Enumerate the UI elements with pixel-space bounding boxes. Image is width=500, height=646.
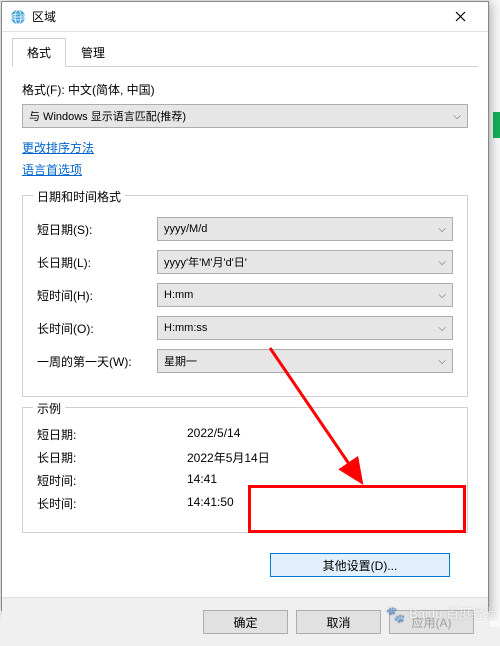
value-short-time: H:mm xyxy=(164,289,193,301)
tab-admin[interactable]: 管理 xyxy=(66,38,120,67)
row-long-time: 长时间(O): H:mm:ss ⌵ xyxy=(37,316,453,340)
links-area: 更改排序方法 语言首选项 xyxy=(22,138,468,181)
value-first-day: 星期一 xyxy=(164,353,197,369)
row-long-date: 长日期(L): yyyy'年'M'月'd'日' ⌵ xyxy=(37,250,453,274)
language-pref-link[interactable]: 语言首选项 xyxy=(22,160,82,182)
label-short-time: 短时间(H): xyxy=(37,287,157,304)
value-long-date: yyyy'年'M'月'd'日' xyxy=(164,254,247,270)
ok-button[interactable]: 确定 xyxy=(203,610,288,634)
tab-format-label: 格式 xyxy=(27,46,51,60)
other-settings-row: 其他设置(D)... xyxy=(22,543,468,587)
example-value-long-date: 2022年5月14日 xyxy=(187,449,270,466)
chevron-down-icon: ⌵ xyxy=(453,111,461,122)
select-short-date[interactable]: yyyy/M/d ⌵ xyxy=(157,217,453,241)
background-strip xyxy=(490,0,500,627)
other-settings-label: 其他设置(D)... xyxy=(323,557,398,574)
example-long-date: 长日期: 2022年5月14日 xyxy=(37,449,453,466)
example-short-time: 短时间: 14:41 xyxy=(37,472,453,489)
dialog-buttons: 确定 取消 应用(A) xyxy=(2,597,488,646)
format-select[interactable]: 与 Windows 显示语言匹配(推荐) ⌵ xyxy=(22,104,468,128)
select-short-time[interactable]: H:mm ⌵ xyxy=(157,283,453,307)
apply-button[interactable]: 应用(A) xyxy=(389,610,474,634)
value-long-time: H:mm:ss xyxy=(164,322,207,334)
example-label-long-date: 长日期: xyxy=(37,449,187,466)
example-short-date: 短日期: 2022/5/14 xyxy=(37,426,453,443)
chevron-down-icon: ⌵ xyxy=(438,290,446,301)
apply-label: 应用(A) xyxy=(412,614,452,631)
select-long-time[interactable]: H:mm:ss ⌵ xyxy=(157,316,453,340)
change-sort-link[interactable]: 更改排序方法 xyxy=(22,138,94,160)
tab-admin-label: 管理 xyxy=(81,46,105,60)
row-first-day: 一周的第一天(W): 星期一 ⌵ xyxy=(37,349,453,373)
cancel-button[interactable]: 取消 xyxy=(296,610,381,634)
datetime-format-legend: 日期和时间格式 xyxy=(33,188,125,205)
label-first-day: 一周的第一天(W): xyxy=(37,353,157,370)
label-short-date: 短日期(S): xyxy=(37,221,157,238)
row-short-time: 短时间(H): H:mm ⌵ xyxy=(37,283,453,307)
example-label-long-time: 长时间: xyxy=(37,495,187,512)
select-first-day[interactable]: 星期一 ⌵ xyxy=(157,349,453,373)
select-long-date[interactable]: yyyy'年'M'月'd'日' ⌵ xyxy=(157,250,453,274)
chevron-down-icon: ⌵ xyxy=(438,257,446,268)
example-long-time: 长时间: 14:41:50 xyxy=(37,495,453,512)
chevron-down-icon: ⌵ xyxy=(438,224,446,235)
format-select-value: 与 Windows 显示语言匹配(推荐) xyxy=(29,108,186,124)
format-label: 格式(F): 中文(简体, 中国) xyxy=(22,81,468,98)
tab-format[interactable]: 格式 xyxy=(12,38,66,67)
globe-icon xyxy=(10,9,26,25)
example-label-short-date: 短日期: xyxy=(37,426,187,443)
ok-label: 确定 xyxy=(233,614,257,631)
cancel-label: 取消 xyxy=(326,614,350,631)
other-settings-button[interactable]: 其他设置(D)... xyxy=(270,553,450,577)
datetime-format-group: 日期和时间格式 短日期(S): yyyy/M/d ⌵ 长日期(L): yyyy'… xyxy=(22,195,468,397)
window-title: 区域 xyxy=(32,8,440,25)
example-value-long-time: 14:41:50 xyxy=(187,495,234,512)
example-value-short-time: 14:41 xyxy=(187,472,217,489)
row-short-date: 短日期(S): yyyy/M/d ⌵ xyxy=(37,217,453,241)
label-long-time: 长时间(O): xyxy=(37,320,157,337)
label-long-date: 长日期(L): xyxy=(37,254,157,271)
tab-content: 格式(F): 中文(简体, 中国) 与 Windows 显示语言匹配(推荐) ⌵… xyxy=(2,67,488,597)
examples-legend: 示例 xyxy=(33,400,65,417)
region-dialog: 区域 格式 管理 格式(F): 中文(简体, 中国) 与 Windows 显示语… xyxy=(1,1,489,611)
value-short-date: yyyy/M/d xyxy=(164,223,207,235)
chevron-down-icon: ⌵ xyxy=(438,356,446,367)
example-value-short-date: 2022/5/14 xyxy=(187,426,240,443)
tab-row: 格式 管理 xyxy=(2,32,488,67)
background-accent xyxy=(493,112,500,138)
example-label-short-time: 短时间: xyxy=(37,472,187,489)
titlebar: 区域 xyxy=(2,2,488,32)
examples-group: 示例 短日期: 2022/5/14 长日期: 2022年5月14日 短时间: 1… xyxy=(22,407,468,533)
close-button[interactable] xyxy=(440,3,480,31)
chevron-down-icon: ⌵ xyxy=(438,323,446,334)
